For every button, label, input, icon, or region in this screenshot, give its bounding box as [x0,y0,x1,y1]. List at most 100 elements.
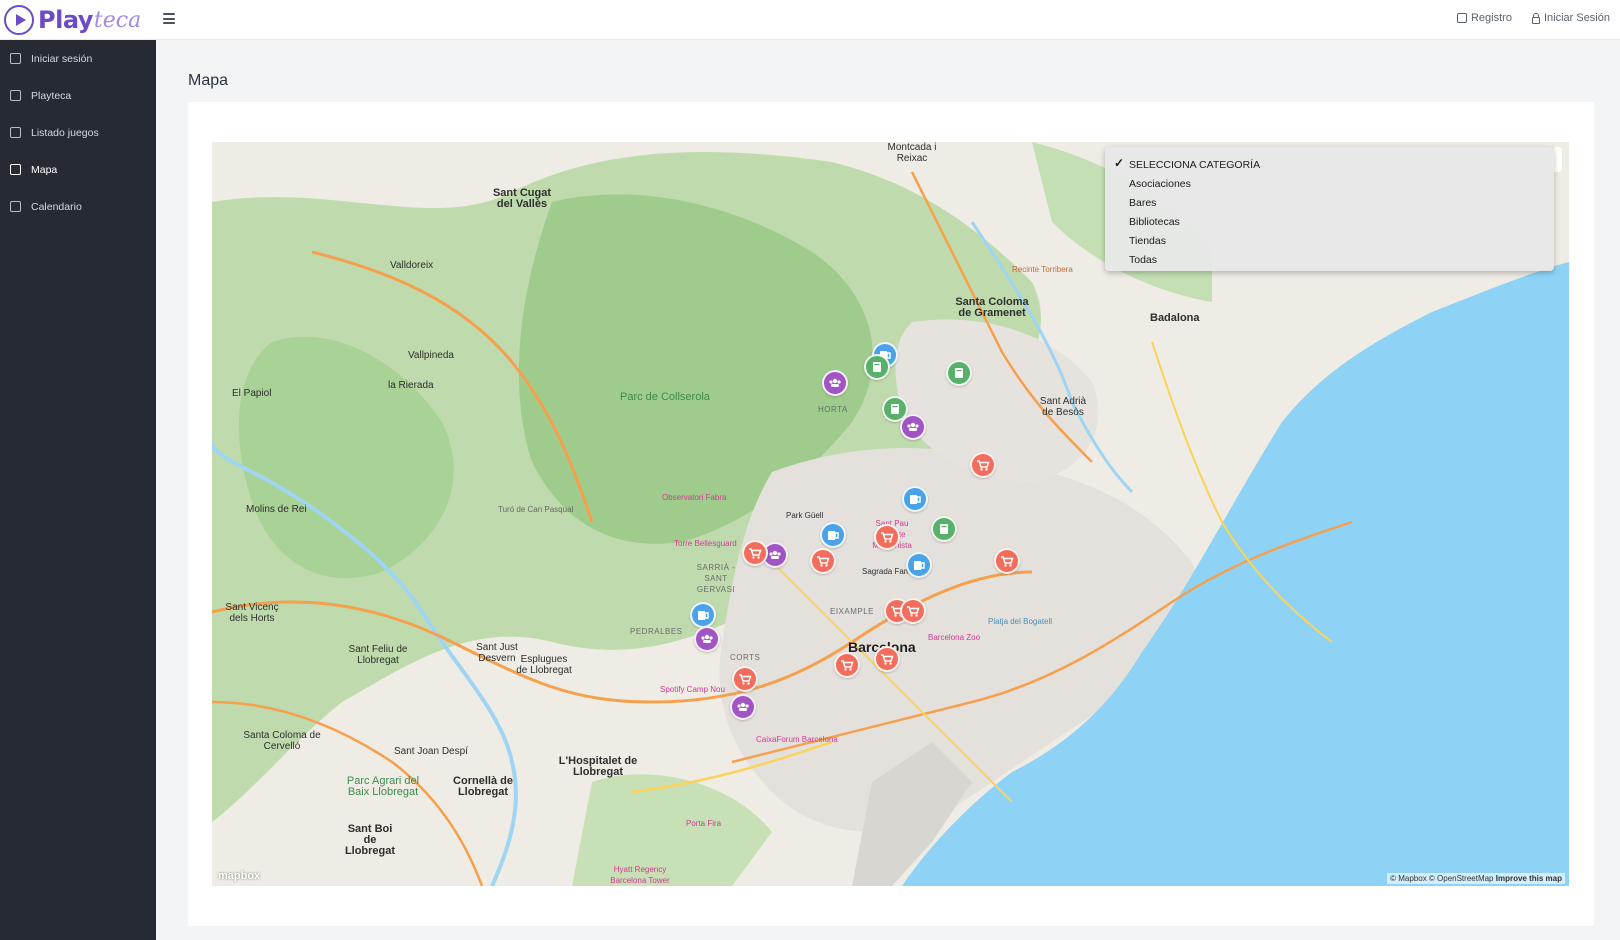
book-icon [891,404,899,414]
sidebar-item-label: Playteca [31,89,72,102]
category-option-asociaciones[interactable]: Asociaciones [1105,174,1554,193]
map-label-santa-coloma-cervello: Santa Coloma de Cervelló [243,730,321,752]
calendar-icon [10,201,21,212]
category-option-selected[interactable]: ✓ SELECCIONA CATEGORÍA [1105,155,1554,174]
edit-icon [1456,13,1467,23]
category-option-label: SELECCIONA CATEGORÍA [1129,158,1261,171]
marker-bar[interactable] [902,486,928,512]
map-label-torre-bellesguard: Torre Bellesguard [674,539,737,548]
cart-icon [907,606,920,617]
book-icon [955,368,963,378]
sidebar-item-label: Iniciar sesión [31,52,93,65]
group-icon [737,702,749,711]
category-option-tiendas[interactable]: Tiendas [1105,231,1554,250]
map-label-sarria: SARRIÀ - SANT GERVASI [696,563,736,594]
marker-asociacion[interactable] [694,626,720,652]
map-label-montcada: Montcada i Reixac [887,142,937,164]
logo-text-play: Play [38,6,93,34]
marker-bar[interactable] [906,552,932,578]
map-icon [10,164,21,175]
group-icon [701,634,713,643]
map-label-recinte: Recinte Torribera [1012,265,1073,274]
cart-icon [881,532,894,543]
lock-icon [10,53,21,64]
map-label-collserola: Parc de Collserola [620,391,710,403]
marker-tienda[interactable] [994,548,1020,574]
group-icon [829,378,841,387]
marker-asociacion[interactable] [900,414,926,440]
category-option-bares[interactable]: Bares [1105,193,1554,212]
category-select-menu[interactable]: ✓ SELECCIONA CATEGORÍA Asociaciones Bare… [1105,147,1554,271]
marker-tienda[interactable] [742,540,768,566]
map-label-sant-just: Sant Just Desvern [476,642,518,664]
map-label-spotify-camp-nou: Spotify Camp Nou [660,685,725,694]
playteca-logo[interactable]: Play teca [4,4,141,36]
category-option-label: Tiendas [1129,234,1166,247]
cart-icon [977,460,990,471]
attribution-text[interactable]: © Mapbox © OpenStreetMap [1390,874,1493,883]
map-label-sant-vicenc: Sant Vicenç dels Horts [225,602,279,624]
sidebar-item-listado-juegos[interactable]: Listado juegos [0,114,156,151]
improve-map-link[interactable]: Improve this map [1496,874,1562,883]
map-label-park-guell: Park Güell [786,511,824,520]
sidebar-item-label: Listado juegos [31,126,99,139]
marker-tienda[interactable] [874,646,900,672]
sidebar-item-mapa[interactable]: Mapa [0,151,156,188]
select-edge [1554,147,1562,172]
map-canvas[interactable]: Barcelona Badalona Santa Coloma de Grame… [212,142,1569,886]
marker-bar[interactable] [820,522,846,548]
sidebar-item-calendario[interactable]: Calendario [0,188,156,225]
beer-icon [828,531,839,540]
map-label-caixaforum: CaixaForum Barcelona [756,735,838,744]
marker-asociacion[interactable] [730,694,756,720]
category-option-label: Bares [1129,196,1157,209]
group-icon [907,422,919,431]
category-option-todas[interactable]: Todas [1105,250,1554,269]
map-label-badalona: Badalona [1150,312,1200,324]
map-label-turo: Turó de Can Pasqual [498,505,574,514]
iniciar-sesion-link[interactable]: Iniciar Sesión [1531,12,1610,24]
registro-label: Registro [1470,12,1512,24]
registro-link[interactable]: Registro [1456,12,1512,24]
marker-tienda[interactable] [732,666,758,692]
sidebar-item-iniciar-sesion[interactable]: Iniciar sesión [0,40,156,77]
group-icon [769,550,781,559]
book-icon [940,524,948,534]
page-title: Mapa [188,72,229,89]
sidebar-item-playteca[interactable]: Playteca [0,77,156,114]
map-label-corts: CORTS [730,653,761,662]
menu-toggle-icon[interactable] [163,13,175,25]
beer-icon [698,611,709,620]
marker-tienda[interactable] [834,652,860,678]
marker-bar[interactable] [690,602,716,628]
marker-biblioteca[interactable] [864,354,890,380]
map-label-valldoreix: Valldoreix [390,260,434,271]
mapbox-logo[interactable]: mapbox [218,870,260,882]
marker-tienda[interactable] [970,452,996,478]
map-label-esplugues: Esplugues de Llobregat [516,654,572,676]
logo-text-teca: teca [93,7,142,33]
marker-tienda[interactable] [810,548,836,574]
category-option-label: Todas [1129,253,1158,266]
map-label-porta-fira: Porta Fira [686,819,722,828]
lock-icon [1531,12,1540,24]
marker-tienda[interactable] [874,524,900,550]
marker-asociacion[interactable] [822,370,848,396]
play-logo-icon [4,5,34,35]
map-label-el-papiol: El Papiol [232,388,272,399]
sidebar-item-label: Mapa [31,163,58,176]
cart-icon [841,660,854,671]
map-label-sant-boi: Sant Boi de Llobregat [344,823,396,857]
map-label-parc-agrari: Parc Agrari del Baix Llobregat [346,775,420,798]
map-label-cornella: Cornellà de Llobregat [453,775,513,798]
cart-icon [881,654,894,665]
marker-biblioteca[interactable] [946,360,972,386]
cart-icon [739,674,752,685]
sidebar: Iniciar sesión Playteca Listado juegos M… [0,40,156,940]
category-option-label: Bibliotecas [1129,215,1180,228]
cart-icon [817,556,830,567]
marker-biblioteca[interactable] [931,516,957,542]
category-option-bibliotecas[interactable]: Bibliotecas [1105,212,1554,231]
marker-tienda[interactable] [900,598,926,624]
top-navbar: Play teca Registro Iniciar Sesión [0,0,1620,40]
